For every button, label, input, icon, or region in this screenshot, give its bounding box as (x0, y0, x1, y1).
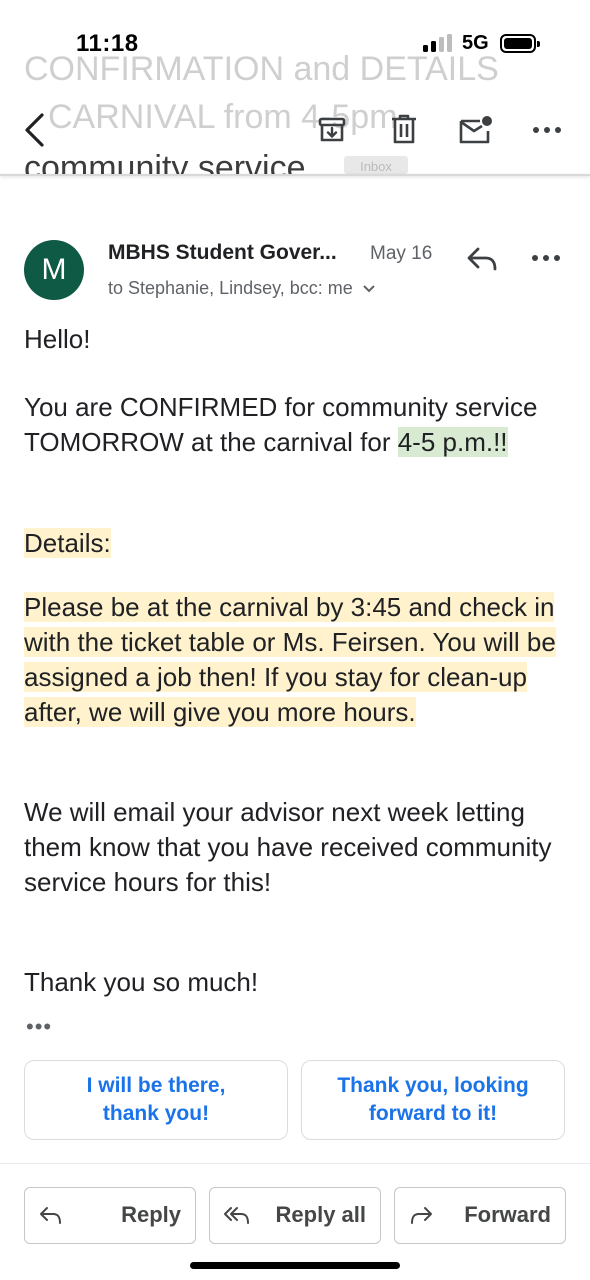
smart-reply-1[interactable]: I will be there, thank you! (24, 1060, 288, 1140)
toolbar-divider (0, 174, 590, 176)
instructions-paragraph: Please be at the carnival by 3:45 and ch… (24, 590, 569, 730)
inbox-label[interactable]: Inbox (344, 156, 408, 174)
forward-label: Forward (464, 1202, 551, 1227)
instructions-text: Please be at the carnival by 3:45 and ch… (24, 592, 556, 727)
message-more-icon[interactable] (528, 244, 564, 272)
subject-line-3: community service (24, 149, 306, 174)
forward-button[interactable]: Forward (394, 1187, 566, 1244)
back-icon[interactable] (18, 110, 50, 150)
message-date: May 16 (370, 243, 433, 264)
reply-label: Reply (121, 1202, 181, 1227)
mail-unread-icon[interactable] (458, 114, 494, 146)
trash-icon[interactable] (388, 112, 420, 146)
subject-line-1: CONFIRMATION and DETAILS (24, 50, 499, 88)
archive-icon[interactable] (316, 114, 348, 146)
sender-name[interactable]: MBHS Student Gover... (108, 241, 337, 265)
reply-all-icon (224, 1207, 249, 1224)
chevron-down-icon (363, 285, 375, 293)
avatar[interactable]: M (24, 240, 84, 300)
reply-all-label: Reply all (275, 1202, 366, 1227)
reply-button[interactable]: Reply (24, 1187, 196, 1244)
recipients-toggle[interactable]: to Stephanie, Lindsey, bcc: me (108, 278, 376, 299)
reply-icon (40, 1207, 61, 1224)
forward-icon (411, 1207, 432, 1224)
actions-divider (0, 1163, 590, 1164)
reply-all-button[interactable]: Reply all (209, 1187, 381, 1244)
more-options-icon[interactable] (530, 116, 564, 144)
confirmation-paragraph: You are CONFIRMED for community service … (24, 390, 569, 460)
thanks-paragraph: Thank you so much! (24, 967, 259, 997)
details-text: Details: (24, 528, 111, 558)
home-indicator[interactable] (190, 1262, 400, 1269)
smart-reply-2[interactable]: Thank you, looking forward to it! (301, 1060, 565, 1140)
details-heading: Details: (24, 526, 111, 561)
advisor-paragraph: We will email your advisor next week let… (24, 797, 552, 897)
reply-icon[interactable] (462, 244, 502, 274)
time-highlight: 4-5 p.m.!! (397, 427, 508, 457)
recipients-text: to Stephanie, Lindsey, bcc: me (108, 278, 353, 298)
show-trimmed-content-button[interactable]: ••• (26, 1014, 52, 1040)
greeting: Hello! (24, 324, 91, 354)
battery-icon (500, 34, 540, 53)
